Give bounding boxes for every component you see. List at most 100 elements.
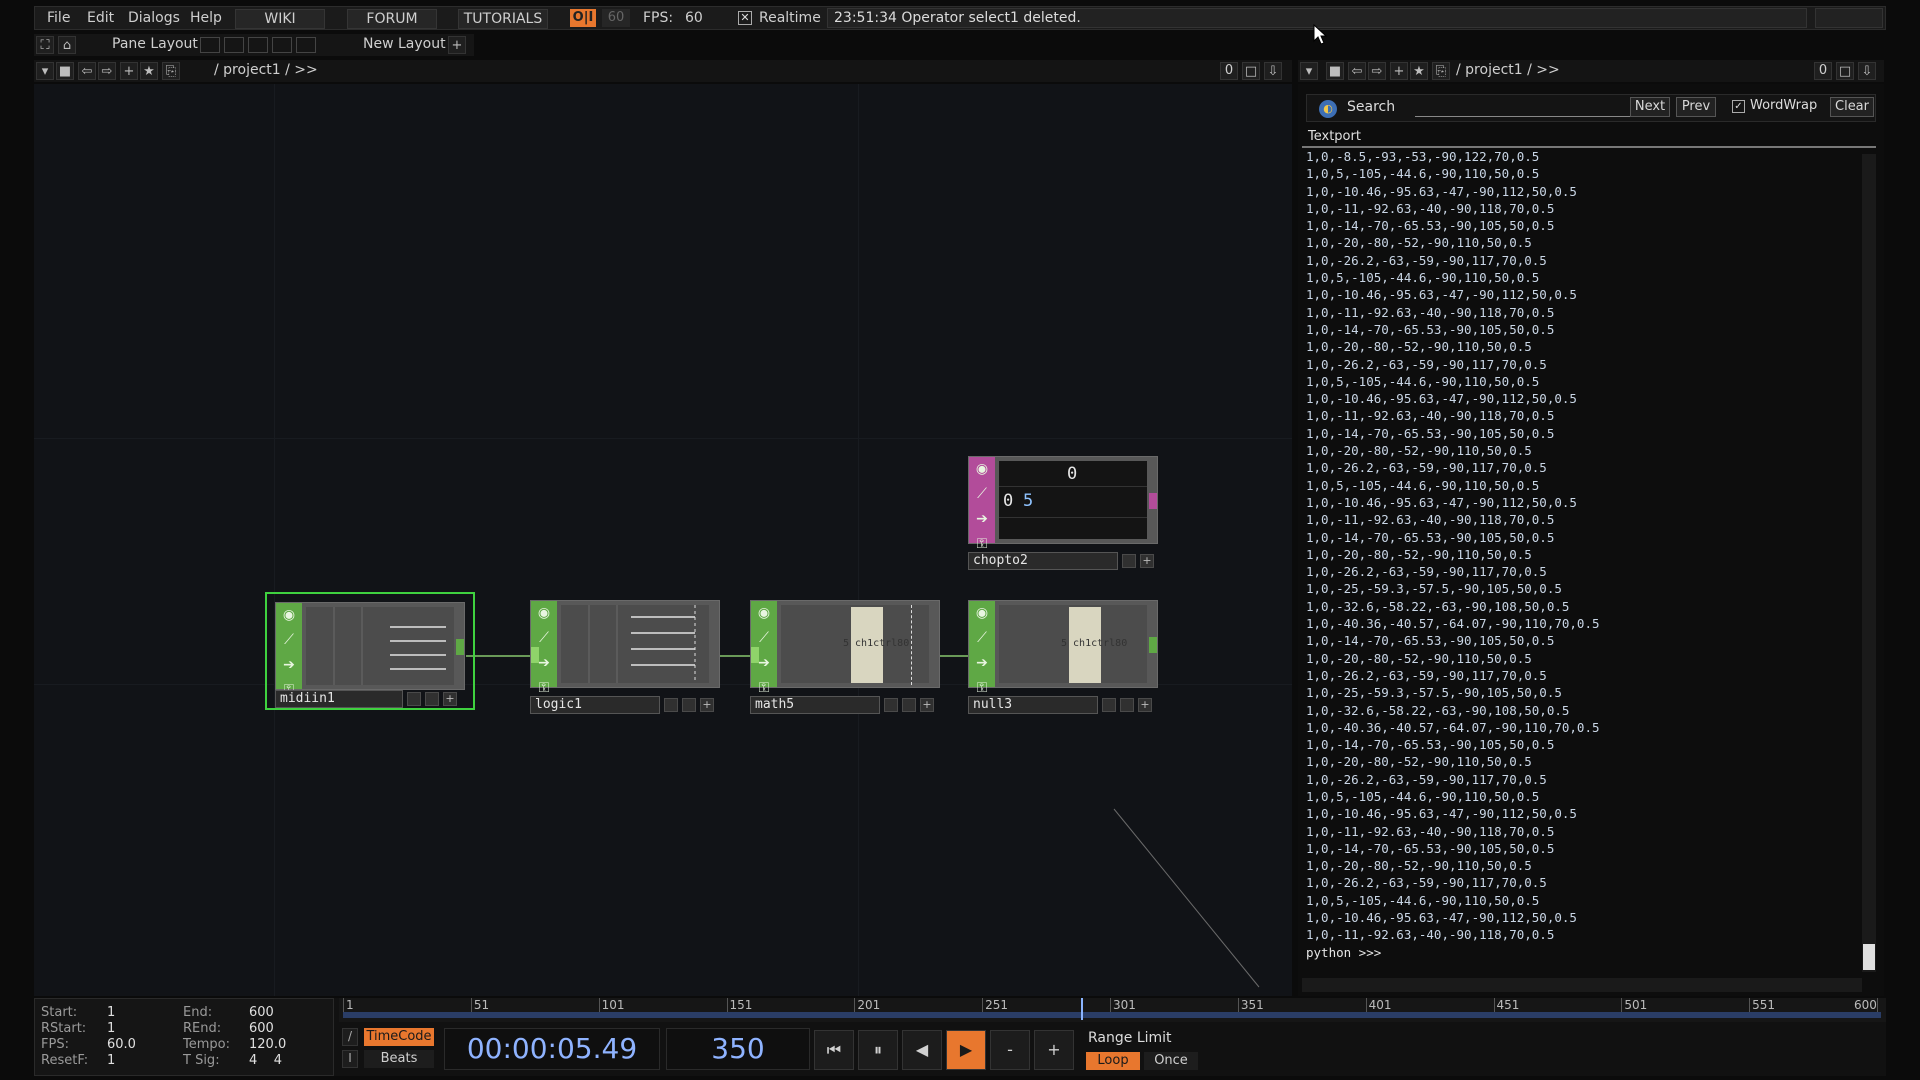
node-cook-flag[interactable]	[1102, 698, 1116, 712]
output-connector[interactable]	[456, 639, 464, 655]
star-icon[interactable]: ★	[1410, 62, 1428, 80]
step-increment-button[interactable]: +	[1034, 1030, 1074, 1070]
timecode-display[interactable]: 00:00:05.49	[444, 1028, 660, 1070]
playhead[interactable]	[1081, 998, 1083, 1020]
node-cook-flag[interactable]	[664, 698, 678, 712]
stop-icon[interactable]: ■	[56, 62, 74, 80]
node-expand-icon[interactable]: +	[700, 698, 714, 712]
star-icon[interactable]: ★	[140, 62, 158, 80]
pin-icon[interactable]: ⇩	[1858, 62, 1876, 80]
search-input[interactable]	[1415, 99, 1635, 117]
node-expand-icon[interactable]: +	[1138, 698, 1152, 712]
node-cook-flag[interactable]	[884, 698, 898, 712]
node-name[interactable]: null3	[968, 696, 1098, 714]
menu-edit[interactable]: Edit	[87, 10, 114, 26]
node-render-flag[interactable]	[682, 698, 696, 712]
textport-output[interactable]: 1,0,-8.5,-93,-53,-90,122,70,0.5 1,0,5,-10…	[1302, 148, 1862, 978]
network-path[interactable]: / project1 / >>	[214, 62, 318, 78]
fps-value[interactable]: 60.0	[107, 1037, 136, 1052]
stop-icon[interactable]: ■	[1326, 62, 1344, 80]
viewer-icon[interactable]: ◉	[276, 603, 302, 628]
layout-split-v-icon[interactable]	[224, 37, 244, 53]
timecode-mode-button[interactable]: TimeCode	[364, 1028, 434, 1046]
node-midiin1[interactable]: ◉ ⟋ ➔ ⚿ midiin1 +	[265, 592, 475, 710]
node-logic1[interactable]: ◉ ⟋ ➔ ⚿ logic1 +	[530, 600, 722, 714]
node-null3[interactable]: ◉ ⟋ ➔ ⚿ 5 ch1ctrl80 null3 +	[968, 600, 1160, 714]
textport-scrollbar[interactable]	[1862, 154, 1876, 972]
chevron-down-icon[interactable]: ▾	[1300, 62, 1318, 80]
node-render-flag[interactable]	[1120, 698, 1134, 712]
menu-help[interactable]: Help	[190, 10, 222, 26]
resetf-value[interactable]: 1	[107, 1053, 115, 1068]
textport-path[interactable]: / project1 / >>	[1456, 62, 1560, 78]
forward-icon[interactable]: ⇨	[98, 62, 116, 80]
node-expand-icon[interactable]: +	[920, 698, 934, 712]
node-name[interactable]: logic1	[530, 696, 660, 714]
rstart-value[interactable]: 1	[107, 1021, 115, 1036]
display-icon[interactable]: ➔	[969, 651, 995, 676]
node-name[interactable]: midiin1	[275, 690, 403, 708]
step-back-button[interactable]: ◀	[902, 1030, 942, 1070]
textport-zero-field[interactable]: 0	[1814, 62, 1832, 80]
node-cook-flag[interactable]	[407, 692, 421, 706]
play-button[interactable]: ▶	[946, 1030, 986, 1070]
layout-split-h-icon[interactable]	[248, 37, 268, 53]
realtime-checkbox[interactable]: ✕	[738, 11, 752, 25]
new-layout-label[interactable]: New Layout	[363, 36, 446, 52]
next-button[interactable]: Next	[1630, 97, 1670, 117]
home-icon[interactable]: ⌂	[58, 36, 76, 54]
range-bar[interactable]	[343, 1012, 1881, 1018]
network-zero-field[interactable]: 0	[1220, 62, 1238, 80]
pin-icon[interactable]: ⇩	[1264, 62, 1282, 80]
maximize-icon[interactable]: □	[1836, 62, 1854, 80]
node-name[interactable]: math5	[750, 696, 880, 714]
tempo-value[interactable]: 120.0	[249, 1037, 286, 1052]
timecode-toggle-icon[interactable]: /	[342, 1028, 358, 1046]
viewer-icon[interactable]: ◉	[531, 601, 557, 626]
tab-textport[interactable]: Textport	[1308, 129, 1361, 144]
tutorials-button[interactable]: TUTORIALS	[458, 9, 548, 29]
layout-single-icon[interactable]	[200, 37, 220, 53]
node-cook-flag[interactable]	[1122, 554, 1136, 568]
add-icon[interactable]: +	[120, 62, 138, 80]
viewer-icon[interactable]: ◉	[969, 601, 995, 626]
step-decrement-button[interactable]: -	[990, 1030, 1030, 1070]
scrollbar-thumb[interactable]	[1863, 944, 1875, 970]
forum-button[interactable]: FORUM	[347, 9, 437, 29]
current-frame-field[interactable]: 350	[666, 1028, 810, 1070]
node-render-flag[interactable]	[902, 698, 916, 712]
rend-value[interactable]: 600	[249, 1021, 274, 1036]
menu-file[interactable]: File	[47, 10, 70, 26]
wiki-button[interactable]: WIKI	[235, 9, 325, 29]
network-view-icon[interactable]: ⛶	[36, 36, 54, 54]
start-value[interactable]: 1	[107, 1005, 115, 1020]
maximize-icon[interactable]: □	[1242, 62, 1260, 80]
add-icon[interactable]: +	[1390, 62, 1408, 80]
bypass-icon[interactable]: ⟋	[276, 628, 302, 653]
bypass-icon[interactable]: ⟋	[969, 626, 995, 651]
beats-toggle-icon[interactable]: I	[342, 1050, 358, 1068]
python-prompt[interactable]: python >>>	[1306, 944, 1862, 961]
rewind-button[interactable]: ⏮	[814, 1030, 854, 1070]
chevron-down-icon[interactable]: ▾	[36, 62, 54, 80]
add-layout-button[interactable]: +	[448, 36, 466, 54]
display-icon[interactable]: ➔	[969, 507, 995, 532]
layout-quad-icon[interactable]	[296, 37, 316, 53]
back-icon[interactable]: ⇦	[78, 62, 96, 80]
once-button[interactable]: Once	[1144, 1052, 1198, 1070]
timeline-ruler[interactable]: 1 51 101 151 201 251 301 351 401 451 501 551 600	[339, 998, 1886, 1022]
viewer-icon[interactable]: ◉	[969, 457, 995, 482]
node-expand-icon[interactable]: +	[1140, 554, 1154, 568]
loop-button[interactable]: Loop	[1086, 1052, 1140, 1070]
node-render-flag[interactable]	[425, 692, 439, 706]
pause-button[interactable]: ⏸	[858, 1030, 898, 1070]
back-icon[interactable]: ⇦	[1348, 62, 1366, 80]
input-connector[interactable]	[531, 647, 539, 663]
prev-button[interactable]: Prev	[1676, 97, 1716, 117]
layout-triple-icon[interactable]	[272, 37, 292, 53]
perform-mode-icon[interactable]: O|I	[570, 9, 596, 27]
menu-dialogs[interactable]: Dialogs	[128, 10, 180, 26]
forward-icon[interactable]: ⇨	[1368, 62, 1386, 80]
network-editor[interactable]: ◉ ⟋ ➔ ⚿ midiin1 +	[34, 84, 1292, 996]
bypass-icon[interactable]: ⟋	[969, 482, 995, 507]
